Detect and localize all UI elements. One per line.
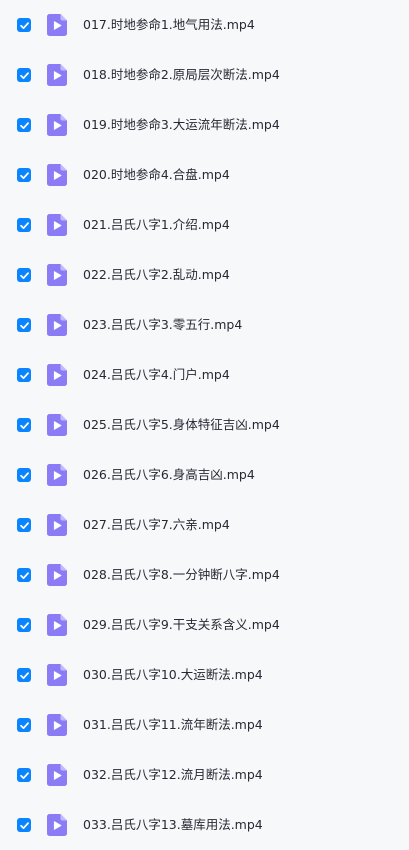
file-name[interactable]: 033.吕氏八字13.墓库用法.mp4 [83,817,263,833]
file-name[interactable]: 027.吕氏八字7.六亲.mp4 [83,517,230,533]
checkmark-icon [19,71,29,79]
file-name[interactable]: 030.吕氏八字10.大运断法.mp4 [83,667,263,683]
file-checkbox[interactable] [17,668,31,682]
checkmark-icon [19,371,29,379]
file-row[interactable]: 018.时地参命2.原局层次断法.mp4 [0,50,409,100]
file-name[interactable]: 028.吕氏八字8.一分钟断八字.mp4 [83,567,280,583]
file-row[interactable]: 022.吕氏八字2.乱动.mp4 [0,250,409,300]
checkmark-icon [19,421,29,429]
file-name[interactable]: 023.吕氏八字3.零五行.mp4 [83,317,242,333]
checkmark-icon [19,771,29,779]
file-row[interactable]: 032.吕氏八字12.流月断法.mp4 [0,750,409,800]
checkmark-icon [19,271,29,279]
file-row[interactable]: 025.吕氏八字5.身体特征吉凶.mp4 [0,400,409,450]
file-name[interactable]: 019.时地参命3.大运流年断法.mp4 [83,117,280,133]
file-checkbox[interactable] [17,468,31,482]
file-row[interactable]: 027.吕氏八字7.六亲.mp4 [0,500,409,550]
file-row[interactable]: 017.时地参命1.地气用法.mp4 [0,0,409,50]
file-row[interactable]: 031.吕氏八字11.流年断法.mp4 [0,700,409,750]
file-checkbox[interactable] [17,568,31,582]
file-name[interactable]: 031.吕氏八字11.流年断法.mp4 [83,717,263,733]
file-checkbox[interactable] [17,168,31,182]
checkmark-icon [19,721,29,729]
video-file-icon [47,614,67,636]
file-row[interactable]: 028.吕氏八字8.一分钟断八字.mp4 [0,550,409,600]
file-name[interactable]: 024.吕氏八字4.门户.mp4 [83,367,230,383]
file-row[interactable]: 029.吕氏八字9.干支关系含义.mp4 [0,600,409,650]
video-file-icon [47,364,67,386]
checkmark-icon [19,121,29,129]
video-file-icon [47,64,67,86]
file-name[interactable]: 020.时地参命4.合盘.mp4 [83,167,230,183]
video-file-icon [47,164,67,186]
video-file-icon [47,664,67,686]
file-row[interactable]: 033.吕氏八字13.墓库用法.mp4 [0,800,409,850]
file-checkbox[interactable] [17,68,31,82]
file-row[interactable]: 024.吕氏八字4.门户.mp4 [0,350,409,400]
video-file-icon [47,764,67,786]
checkmark-icon [19,471,29,479]
checkmark-icon [19,321,29,329]
file-list: 017.时地参命1.地气用法.mp4 018.时地参命2.原局层次断法.mp4 01… [0,0,409,849]
checkmark-icon [19,671,29,679]
file-row[interactable]: 020.时地参命4.合盘.mp4 [0,150,409,200]
file-name[interactable]: 025.吕氏八字5.身体特征吉凶.mp4 [83,417,280,433]
video-file-icon [47,264,67,286]
file-name[interactable]: 032.吕氏八字12.流月断法.mp4 [83,767,263,783]
checkmark-icon [19,521,29,529]
file-checkbox[interactable] [17,218,31,232]
file-name[interactable]: 022.吕氏八字2.乱动.mp4 [83,267,230,283]
file-checkbox[interactable] [17,768,31,782]
file-checkbox[interactable] [17,718,31,732]
file-name[interactable]: 026.吕氏八字6.身高吉凶.mp4 [83,467,255,483]
file-row[interactable]: 026.吕氏八字6.身高吉凶.mp4 [0,450,409,500]
file-checkbox[interactable] [17,818,31,832]
checkmark-icon [19,221,29,229]
file-checkbox[interactable] [17,268,31,282]
video-file-icon [47,14,67,36]
file-name[interactable]: 017.时地参命1.地气用法.mp4 [83,17,255,33]
checkmark-icon [19,571,29,579]
video-file-icon [47,414,67,436]
video-file-icon [47,464,67,486]
checkmark-icon [19,21,29,29]
file-checkbox[interactable] [17,18,31,32]
video-file-icon [47,714,67,736]
video-file-icon [47,314,67,336]
video-file-icon [47,114,67,136]
file-checkbox[interactable] [17,518,31,532]
file-name[interactable]: 021.吕氏八字1.介绍.mp4 [83,217,230,233]
file-name[interactable]: 018.时地参命2.原局层次断法.mp4 [83,67,280,83]
file-row[interactable]: 023.吕氏八字3.零五行.mp4 [0,300,409,350]
video-file-icon [47,814,67,836]
video-file-icon [47,564,67,586]
file-checkbox[interactable] [17,118,31,132]
file-row[interactable]: 030.吕氏八字10.大运断法.mp4 [0,650,409,700]
checkmark-icon [19,171,29,179]
file-checkbox[interactable] [17,368,31,382]
file-checkbox[interactable] [17,418,31,432]
file-checkbox[interactable] [17,618,31,632]
video-file-icon [47,514,67,536]
file-name[interactable]: 029.吕氏八字9.干支关系含义.mp4 [83,617,280,633]
checkmark-icon [19,821,29,829]
file-row[interactable]: 019.时地参命3.大运流年断法.mp4 [0,100,409,150]
file-checkbox[interactable] [17,318,31,332]
checkmark-icon [19,621,29,629]
file-row[interactable]: 021.吕氏八字1.介绍.mp4 [0,200,409,250]
video-file-icon [47,214,67,236]
